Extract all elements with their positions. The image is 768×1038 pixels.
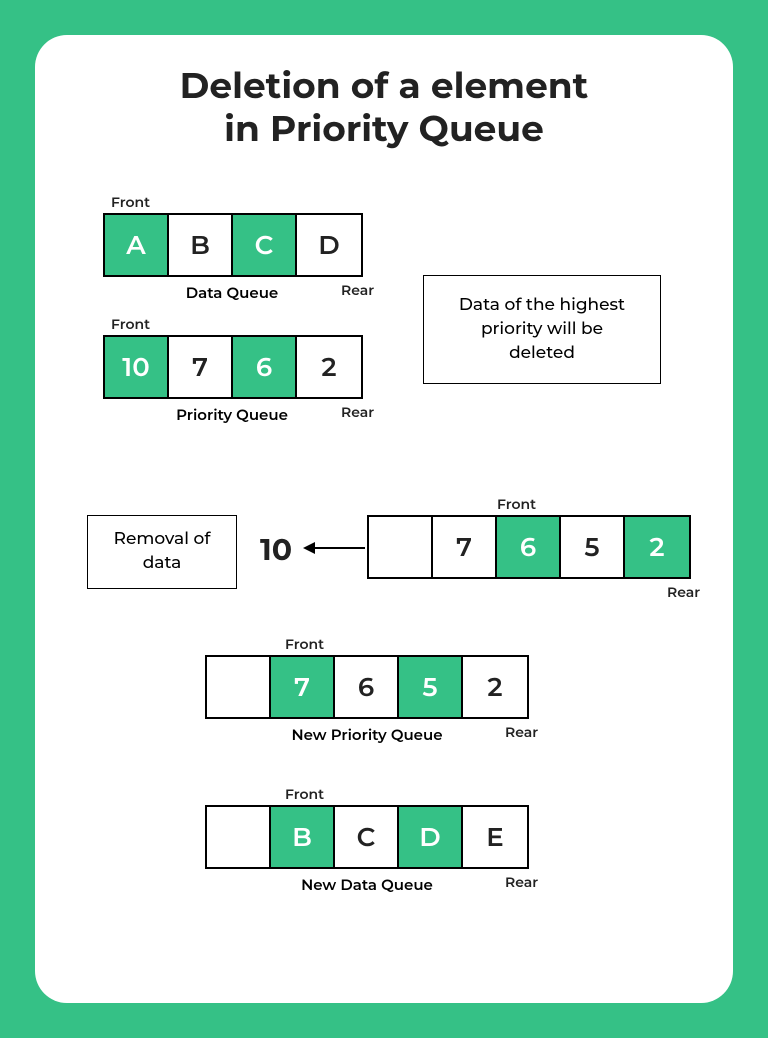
rear-label: Rear [667, 583, 700, 601]
queue-cell [369, 517, 433, 577]
queue-cell: C [233, 215, 297, 275]
front-label: Front [111, 193, 150, 211]
queue-cell: A [105, 215, 169, 275]
data-queue-section: Front A B C D Rear Data Queue [103, 213, 363, 302]
data-queue: A B C D [103, 213, 363, 277]
info-box: Data of the highest priority will be del… [423, 275, 661, 384]
queue-cell: D [399, 807, 463, 867]
queue-cell: 6 [233, 337, 297, 397]
queue-cell: 5 [399, 657, 463, 717]
rear-label: Rear [341, 403, 374, 421]
queue-cell: D [297, 215, 361, 275]
front-label: Front [285, 635, 324, 653]
page-title: Deletion of a element in Priority Queue [65, 65, 703, 151]
new-priority-queue-caption: New Priority Queue [205, 725, 529, 744]
queue-cell: 2 [297, 337, 361, 397]
rear-label: Rear [505, 873, 538, 891]
new-priority-queue-section: Front 7 6 5 2 Rear New Priority Queue [205, 655, 529, 744]
priority-queue-section: Front 10 7 6 2 Rear Priority Queue [103, 335, 363, 424]
queue-cell: B [169, 215, 233, 275]
mid-queue-section: Front 7 6 5 2 Rear [367, 515, 691, 579]
new-data-queue-section: Front B C D E Rear New Data Queue [205, 805, 529, 894]
removed-value: 10 [260, 531, 292, 568]
front-label: Front [111, 315, 150, 333]
front-label: Front [497, 495, 536, 513]
mid-queue: 7 6 5 2 [367, 515, 691, 579]
priority-queue: 10 7 6 2 [103, 335, 363, 399]
rear-label: Rear [341, 281, 374, 299]
removal-box: Removal of data [87, 515, 237, 589]
queue-cell: 6 [335, 657, 399, 717]
title-line-2: in Priority Queue [224, 107, 544, 151]
queue-cell: 5 [561, 517, 625, 577]
queue-cell: 7 [271, 657, 335, 717]
queue-cell [207, 657, 271, 717]
queue-cell: 7 [433, 517, 497, 577]
new-priority-queue: 7 6 5 2 [205, 655, 529, 719]
rear-label: Rear [505, 723, 538, 741]
removal-label: Removal of data [87, 515, 237, 589]
data-queue-caption: Data Queue [103, 283, 361, 302]
queue-cell: 2 [463, 657, 527, 717]
new-data-queue-caption: New Data Queue [205, 875, 529, 894]
queue-cell: E [463, 807, 527, 867]
queue-cell: B [271, 807, 335, 867]
arrow-icon [305, 547, 365, 549]
queue-cell: 7 [169, 337, 233, 397]
diagram-card: Deletion of a element in Priority Queue … [35, 35, 733, 1003]
queue-cell: 2 [625, 517, 689, 577]
queue-cell: 6 [497, 517, 561, 577]
front-label: Front [285, 785, 324, 803]
new-data-queue: B C D E [205, 805, 529, 869]
title-line-1: Deletion of a element [180, 64, 589, 108]
priority-queue-caption: Priority Queue [103, 405, 361, 424]
queue-cell: C [335, 807, 399, 867]
queue-cell: 10 [105, 337, 169, 397]
queue-cell [207, 807, 271, 867]
